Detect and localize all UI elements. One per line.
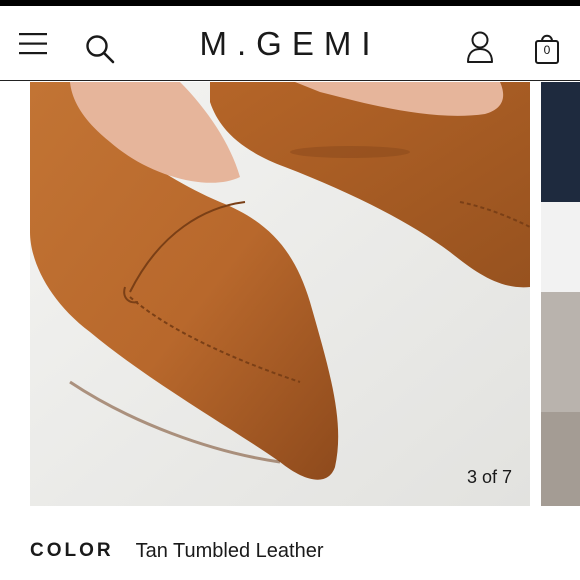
product-main-photo[interactable]: 3 of 7	[30, 82, 530, 506]
account-icon[interactable]	[465, 30, 495, 64]
search-icon[interactable]	[85, 34, 115, 64]
bag-count-badge: 0	[543, 43, 551, 57]
hamburger-menu-icon[interactable]	[19, 33, 47, 55]
image-counter: 3 of 7	[466, 467, 512, 487]
color-selector-row: COLOR Tan Tumbled Leather	[30, 536, 324, 566]
site-header: M.GEMI 0	[0, 6, 580, 81]
product-image-gallery[interactable]: 3 of 7	[0, 82, 580, 508]
color-label: COLOR	[30, 540, 114, 561]
next-photo-preview[interactable]	[541, 82, 580, 506]
loafer-illustration	[30, 82, 530, 506]
next-photo-thumbnail	[541, 82, 580, 506]
color-value: Tan Tumbled Leather	[135, 539, 324, 562]
brand-logo[interactable]: M.GEMI	[190, 22, 390, 66]
